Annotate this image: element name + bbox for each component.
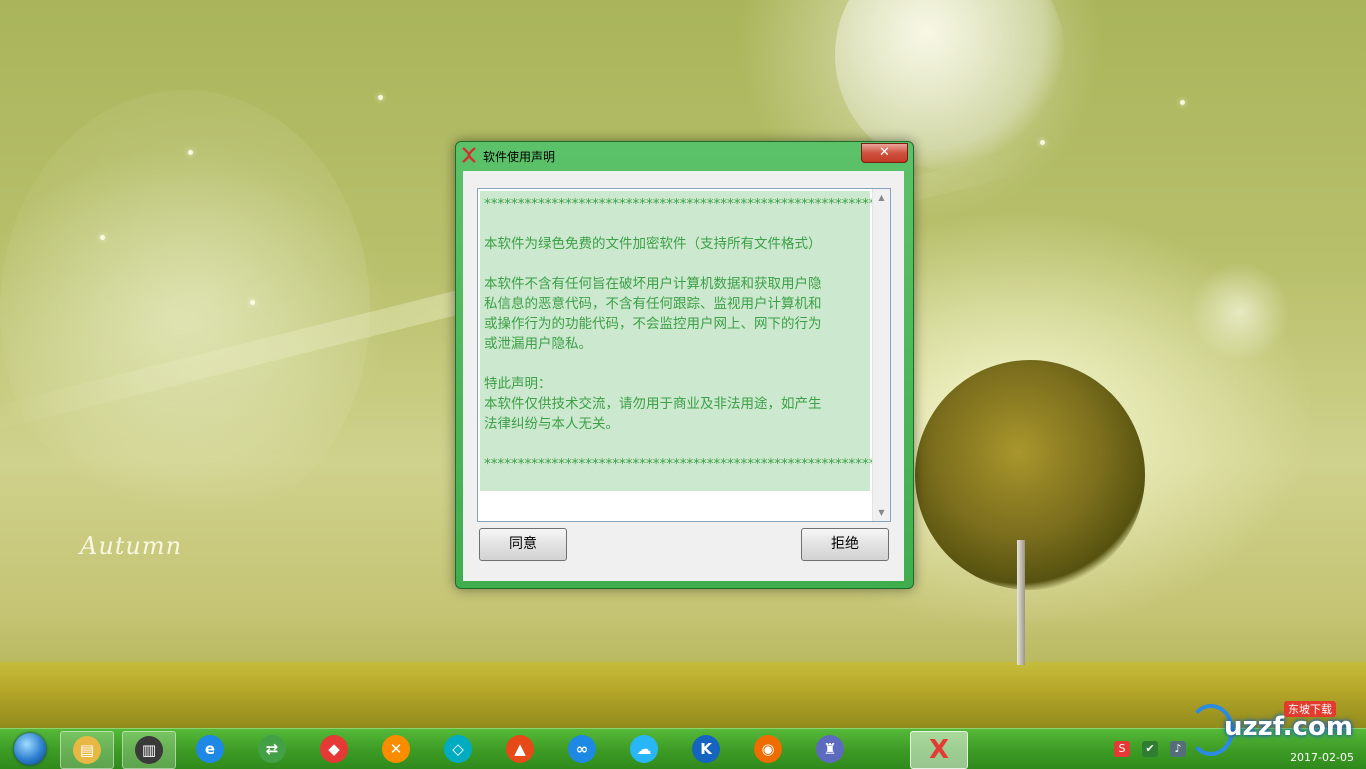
sparkle [378,95,383,100]
taskbar-castle-app[interactable]: ♜ [804,731,856,767]
uzzf-watermark-logo: uzzf.com 东坡下载 [1180,700,1360,756]
taskbar-system-monitor[interactable]: ▥ [122,731,176,769]
watermark-badge: 东坡下载 [1284,701,1336,717]
app-green-icon: ⇄ [258,735,286,763]
file-explorer-icon: ▤ [73,736,101,764]
taskbar-app-teal[interactable]: ◇ [432,731,484,767]
shield-icon[interactable]: ✔ [1142,741,1158,757]
sparkle [188,150,193,155]
app-teal-icon: ◇ [444,735,472,763]
notice-text: ****************************************… [484,196,883,472]
taskbar-file-explorer[interactable]: ▤ [60,731,114,769]
taskbar-kugou[interactable]: K [680,731,732,767]
wallpaper-orb-right [1190,262,1290,362]
dialog-titlebar[interactable]: 软件使用声明 ✕ [456,142,913,168]
taskbar-app-colorful[interactable]: ◆ [308,731,360,767]
wallpaper-orb [0,90,370,530]
taskbar-app-multicolor[interactable]: ✕ [370,731,422,767]
notice-text-area[interactable]: ****************************************… [480,191,883,491]
wallpaper-tree-crown [915,360,1145,590]
sparkle [250,300,255,305]
sogou-input-icon[interactable]: S [1114,741,1130,757]
app-red-icon: ▲ [506,735,534,763]
system-monitor-icon: ▥ [135,736,163,764]
baidu-netdisk-icon: ∞ [568,735,596,763]
taskbar-internet-explorer[interactable]: e [184,731,236,767]
taskbar-cloud-app[interactable]: ☁ [618,731,670,767]
castle-app-icon: ♜ [816,735,844,763]
sparkle [100,235,105,240]
encrypt-tool-icon: Ⅹ [928,735,950,765]
taskbar-firefox[interactable]: ◉ [742,731,794,767]
software-notice-dialog: 软件使用声明 ✕ *******************************… [455,141,914,589]
app-multicolor-icon: ✕ [382,735,410,763]
taskbar-app-red[interactable]: ▲ [494,731,546,767]
sparkle [1180,100,1185,105]
kugou-icon: K [692,735,720,763]
agree-button[interactable]: 同意 [479,528,567,561]
taskbar: ▤ ▥ e ⇄ ◆ ✕ ◇ ▲ ∞ ☁ K ◉ ♜ Ⅹ S ✔ ♪ 2017-02-05 [0,728,1366,769]
taskbar-encrypt-tool[interactable]: Ⅹ [910,731,968,769]
start-button[interactable] [6,730,52,768]
cloud-app-icon: ☁ [630,735,658,763]
firefox-icon: ◉ [754,735,782,763]
close-button[interactable]: ✕ [861,143,908,163]
scroll-down-arrow-icon[interactable]: ▼ [873,504,890,521]
notice-textbox[interactable]: ****************************************… [477,188,891,522]
wallpaper-grass [0,662,1366,730]
scroll-up-arrow-icon[interactable]: ▲ [873,189,890,206]
dialog-title: 软件使用声明 [483,150,556,164]
clock-date[interactable]: 2017-02-05 [1290,751,1354,764]
internet-explorer-icon: e [196,735,224,763]
windows-logo-icon [14,733,46,765]
vertical-scrollbar[interactable]: ▲ ▼ [872,189,890,521]
wallpaper-tree-trunk [1017,540,1025,665]
app-logo-icon [462,147,476,163]
taskbar-app-green[interactable]: ⇄ [246,731,298,767]
dialog-client-area: ****************************************… [463,171,904,581]
refuse-button[interactable]: 拒绝 [801,528,889,561]
app-colorful-icon: ◆ [320,735,348,763]
sparkle [1040,140,1045,145]
taskbar-baidu-netdisk[interactable]: ∞ [556,731,608,767]
wallpaper-autumn-text: Autumn [80,532,183,560]
